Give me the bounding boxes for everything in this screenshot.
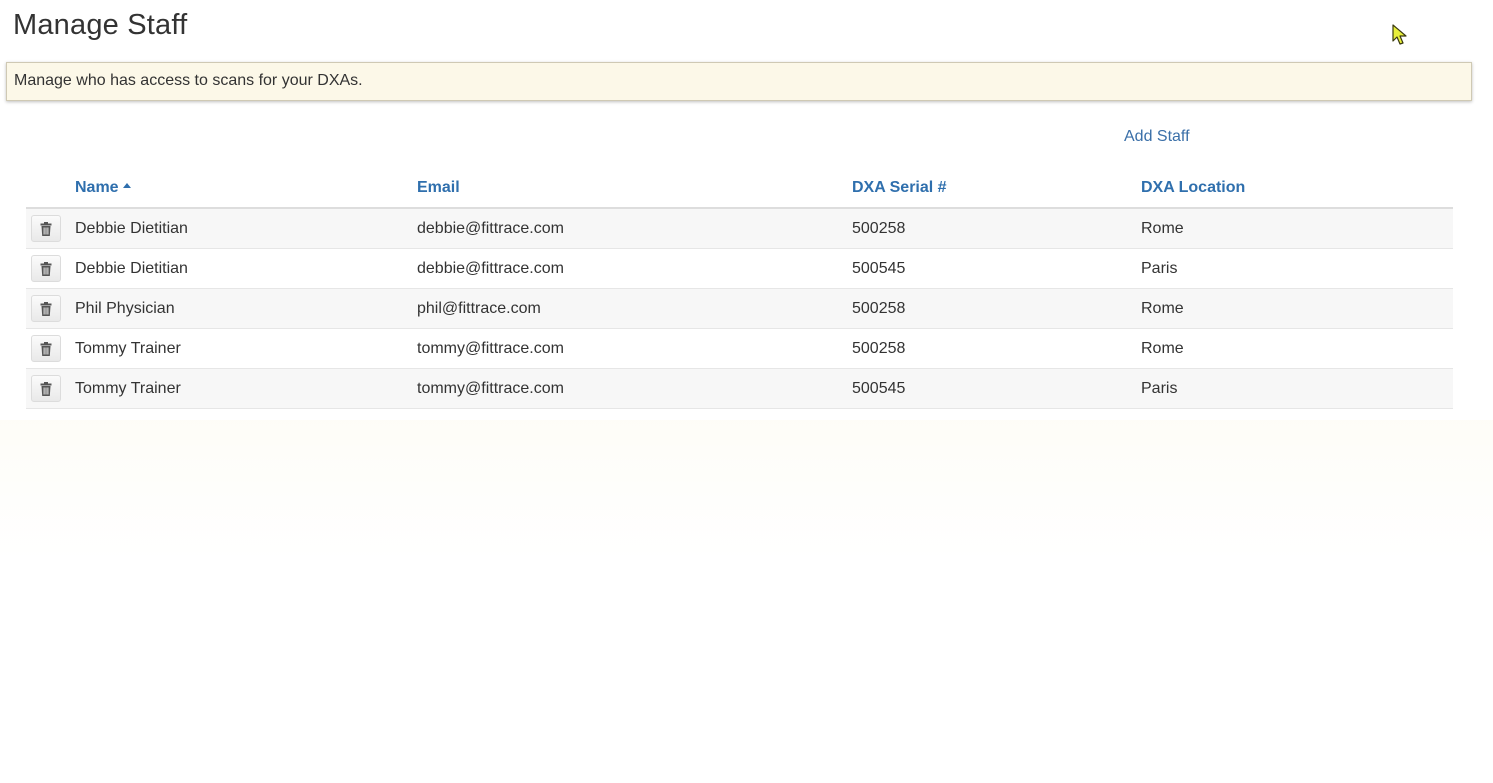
table-row: Debbie Dietitian debbie@fittrace.com 500… [26, 208, 1453, 249]
add-staff-link[interactable]: Add Staff [1124, 128, 1190, 146]
mouse-cursor-icon [1392, 24, 1407, 45]
cell-email: tommy@fittrace.com [417, 328, 852, 369]
background-fade [0, 420, 1493, 560]
cell-location: Paris [1141, 368, 1453, 409]
cell-email: debbie@fittrace.com [417, 208, 852, 249]
cell-name: Debbie Dietitian [75, 208, 417, 249]
column-header-email-label: Email [417, 178, 460, 196]
column-header-serial[interactable]: DXA Serial # [852, 168, 1141, 209]
cell-name: Phil Physician [75, 288, 417, 329]
table-row: Phil Physician phil@fittrace.com 500258 … [26, 288, 1453, 329]
column-header-location[interactable]: DXA Location [1141, 168, 1453, 209]
cell-email: tommy@fittrace.com [417, 368, 852, 409]
cell-serial: 500258 [852, 288, 1141, 329]
trash-icon [40, 221, 52, 236]
trash-icon [40, 341, 52, 356]
notice-text: Manage who has access to scans for your … [14, 72, 363, 89]
cell-email: debbie@fittrace.com [417, 248, 852, 289]
delete-button[interactable] [31, 295, 61, 322]
cell-serial: 500545 [852, 368, 1141, 409]
cell-name: Tommy Trainer [75, 368, 417, 409]
cell-location: Rome [1141, 288, 1453, 329]
table-row: Tommy Trainer tommy@fittrace.com 500258 … [26, 328, 1453, 369]
column-header-name-label: Name [75, 178, 119, 196]
table-row: Debbie Dietitian debbie@fittrace.com 500… [26, 248, 1453, 289]
delete-button[interactable] [31, 375, 61, 402]
page-title: Manage Staff [13, 9, 188, 41]
cell-name: Tommy Trainer [75, 328, 417, 369]
cell-location: Rome [1141, 328, 1453, 369]
cell-location: Rome [1141, 208, 1453, 249]
trash-icon [40, 261, 52, 276]
cell-location: Paris [1141, 248, 1453, 289]
staff-table: Name Email DXA Serial # DXA Location Deb… [26, 168, 1453, 409]
cell-name: Debbie Dietitian [75, 248, 417, 289]
trash-icon [40, 301, 52, 316]
table-header-row: Name Email DXA Serial # DXA Location [26, 168, 1453, 209]
column-header-location-label: DXA Location [1141, 178, 1246, 196]
column-header-email[interactable]: Email [417, 168, 852, 209]
table-row: Tommy Trainer tommy@fittrace.com 500545 … [26, 368, 1453, 409]
delete-button[interactable] [31, 215, 61, 242]
column-header-name[interactable]: Name [75, 168, 417, 209]
delete-button[interactable] [31, 255, 61, 282]
info-notice: Manage who has access to scans for your … [6, 62, 1472, 101]
manage-staff-page: Manage Staff Manage who has access to sc… [0, 0, 1493, 783]
cell-email: phil@fittrace.com [417, 288, 852, 329]
column-header-actions [26, 168, 75, 209]
delete-button[interactable] [31, 335, 61, 362]
cell-serial: 500545 [852, 248, 1141, 289]
column-header-serial-label: DXA Serial # [852, 178, 947, 196]
cell-serial: 500258 [852, 208, 1141, 249]
sort-ascending-icon [122, 182, 131, 188]
trash-icon [40, 381, 52, 396]
cell-serial: 500258 [852, 328, 1141, 369]
